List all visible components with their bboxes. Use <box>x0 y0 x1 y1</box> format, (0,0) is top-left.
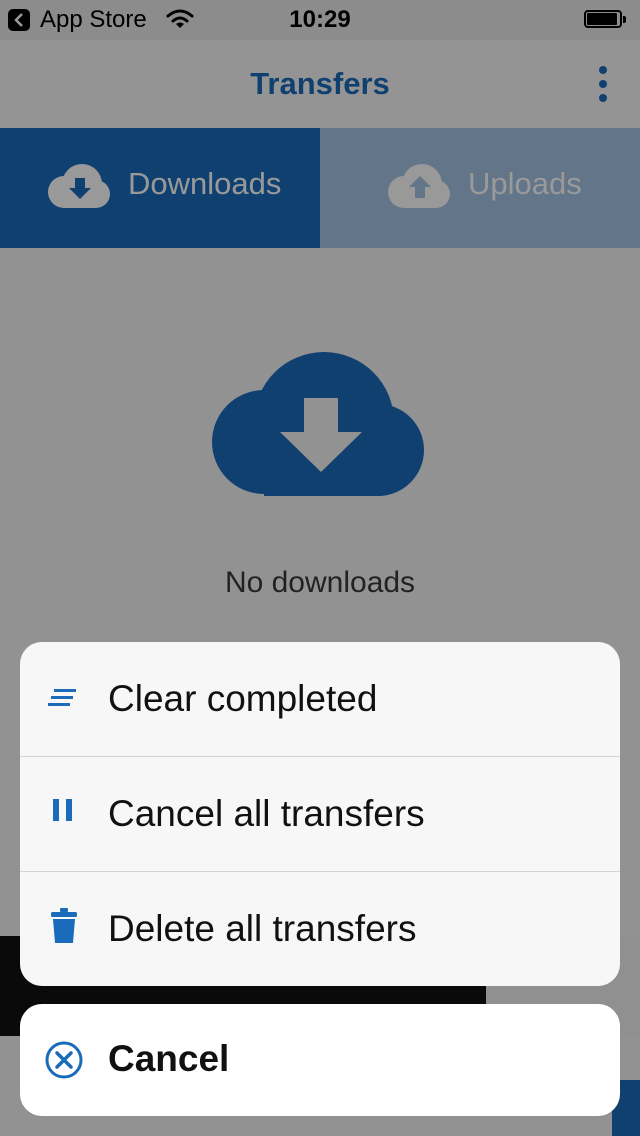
cancel-label: Cancel <box>108 1038 230 1079</box>
clear-completed-button[interactable]: Clear completed <box>20 642 620 757</box>
delete-all-transfers-label: Delete all transfers <box>108 908 417 949</box>
cancel-x-icon <box>45 1041 83 1079</box>
trash-icon <box>51 908 77 943</box>
cancel-button[interactable]: Cancel <box>20 1004 620 1116</box>
cancel-all-transfers-button[interactable]: Cancel all transfers <box>20 757 620 872</box>
pause-icon <box>53 799 72 821</box>
clear-list-icon <box>48 689 76 706</box>
action-sheet: Clear completed Cancel all transfers Del… <box>20 642 620 986</box>
delete-all-transfers-button[interactable]: Delete all transfers <box>20 872 620 986</box>
clear-completed-label: Clear completed <box>108 678 378 719</box>
cancel-all-transfers-label: Cancel all transfers <box>108 793 425 834</box>
